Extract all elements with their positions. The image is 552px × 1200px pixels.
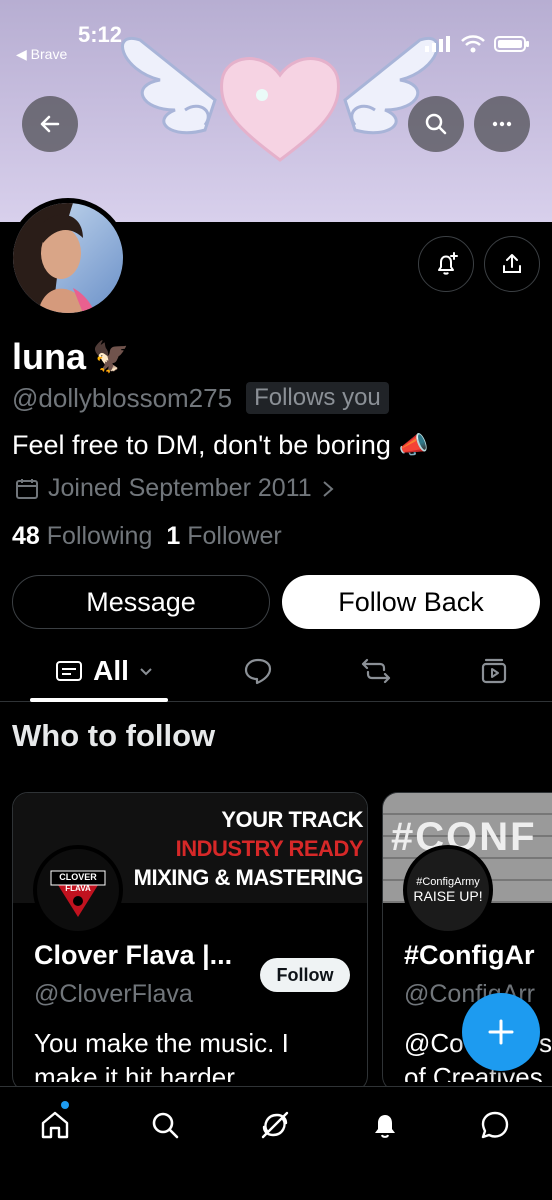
card-bio-line-1-tail: s	[539, 1028, 552, 1058]
banner-line-3: MIXING & MASTERING	[133, 865, 364, 890]
follow-stats: 48 Following 1 Follower	[12, 522, 282, 551]
status-icons	[424, 34, 530, 54]
tab-reposts[interactable]	[354, 642, 398, 700]
profile-name: luna 🦅	[12, 336, 129, 378]
nav-grok[interactable]	[255, 1105, 295, 1145]
notification-dot	[61, 1101, 69, 1109]
more-options-button[interactable]	[474, 96, 530, 152]
battery-icon	[494, 36, 529, 52]
following-stat[interactable]: 48 Following	[12, 522, 152, 551]
followers-stat[interactable]: 1 Follower	[166, 522, 281, 551]
chevron-down-icon	[140, 668, 152, 676]
tab-all-label: All	[93, 655, 129, 686]
repost-icon	[361, 658, 391, 684]
logo-text-1: CLOVER	[59, 872, 97, 882]
profile-avatar[interactable]	[8, 198, 128, 318]
nav-explore[interactable]	[145, 1105, 185, 1145]
follow-back-button[interactable]: Follow Back	[282, 575, 540, 629]
avatar-photo	[13, 203, 123, 313]
back-button[interactable]	[22, 96, 78, 152]
search-button[interactable]	[408, 96, 464, 152]
who-to-follow-title: Who to follow	[12, 718, 216, 753]
card-bio-line-1-head: @Co	[404, 1028, 464, 1058]
follow-button[interactable]: Follow	[260, 958, 350, 992]
tab-replies[interactable]	[236, 642, 280, 700]
calendar-icon	[16, 478, 38, 499]
active-tab-indicator	[30, 698, 168, 702]
list-icon	[56, 661, 83, 681]
reply-icon	[244, 658, 272, 685]
card-name: Clover Flava |...	[34, 940, 233, 970]
chat-icon	[481, 1111, 509, 1139]
following-label: Following	[46, 522, 153, 550]
chevron-right-icon	[322, 480, 334, 497]
profile-tabs: All	[0, 642, 552, 702]
card-bio-line-1: You make the music. I	[34, 1028, 289, 1058]
card-name: #ConfigAr	[404, 940, 535, 970]
joined-date[interactable]: Joined September 2011	[14, 474, 336, 503]
media-icon	[481, 658, 507, 684]
nav-notifications[interactable]	[365, 1105, 405, 1145]
home-icon	[41, 1111, 69, 1139]
joined-text: Joined September 2011	[48, 474, 312, 502]
avatar-text-1: #ConfigArmy	[416, 876, 480, 888]
card-bio-line-2: make it hit harder.	[34, 1062, 241, 1082]
compose-post-button[interactable]	[462, 993, 540, 1071]
profile-name-text: luna	[12, 336, 87, 377]
banner-line-1: YOUR TRACK	[221, 807, 363, 832]
nav-messages[interactable]	[475, 1105, 515, 1145]
notifications-subscribe-button[interactable]	[418, 236, 474, 292]
status-time: 5:12	[78, 22, 123, 47]
signal-icon	[425, 36, 450, 52]
megaphone-emoji: 📣	[398, 432, 429, 459]
explore-icon	[152, 1112, 179, 1139]
wifi-icon	[461, 35, 485, 53]
card-avatar: #ConfigArmy RAISE UP!	[403, 845, 493, 935]
bell-icon	[375, 1115, 395, 1138]
more-icon	[492, 121, 512, 127]
message-button[interactable]: Message	[12, 575, 270, 629]
banner-line-2: INDUSTRY READY	[175, 836, 364, 861]
profile-handle: @dollyblossom275	[12, 382, 233, 413]
card-handle: @CloverFlava	[34, 980, 193, 1008]
tab-media[interactable]	[472, 642, 516, 700]
banner-text: YOUR TRACK INDUSTRY READY MIXING & MASTE…	[133, 805, 364, 892]
back-to-app-link[interactable]: ◀ Brave	[16, 46, 67, 63]
profile-bio: Feel free to DM, don't be boring 📣	[12, 430, 429, 461]
eagle-emoji: 🦅	[92, 340, 130, 374]
logo-text-2: FLAVA	[65, 884, 91, 893]
followers-label: Follower	[187, 522, 282, 550]
share-button[interactable]	[484, 236, 540, 292]
bottom-navigation	[0, 1086, 552, 1200]
followers-count: 1	[166, 522, 181, 550]
notify-plus-icon	[438, 252, 458, 275]
avatar-text-2: RAISE UP!	[413, 888, 483, 904]
grok-icon	[261, 1111, 289, 1139]
nav-home[interactable]	[35, 1105, 75, 1145]
following-count: 48	[12, 522, 40, 550]
share-icon	[503, 254, 521, 273]
search-icon	[425, 113, 447, 135]
card-bio: You make the music. I make it hit harder…	[34, 1026, 354, 1082]
clover-flava-logo: CLOVER FLAVA	[50, 870, 106, 917]
bio-text: Feel free to DM, don't be boring	[12, 430, 391, 460]
card-avatar: CLOVER FLAVA	[33, 845, 123, 935]
follows-you-badge: Follows you	[246, 382, 389, 414]
back-arrow-icon	[40, 115, 60, 133]
tab-all[interactable]: All	[48, 642, 160, 700]
plus-icon	[488, 1019, 514, 1045]
handle-row: @dollyblossom275 Follows you	[12, 382, 389, 414]
